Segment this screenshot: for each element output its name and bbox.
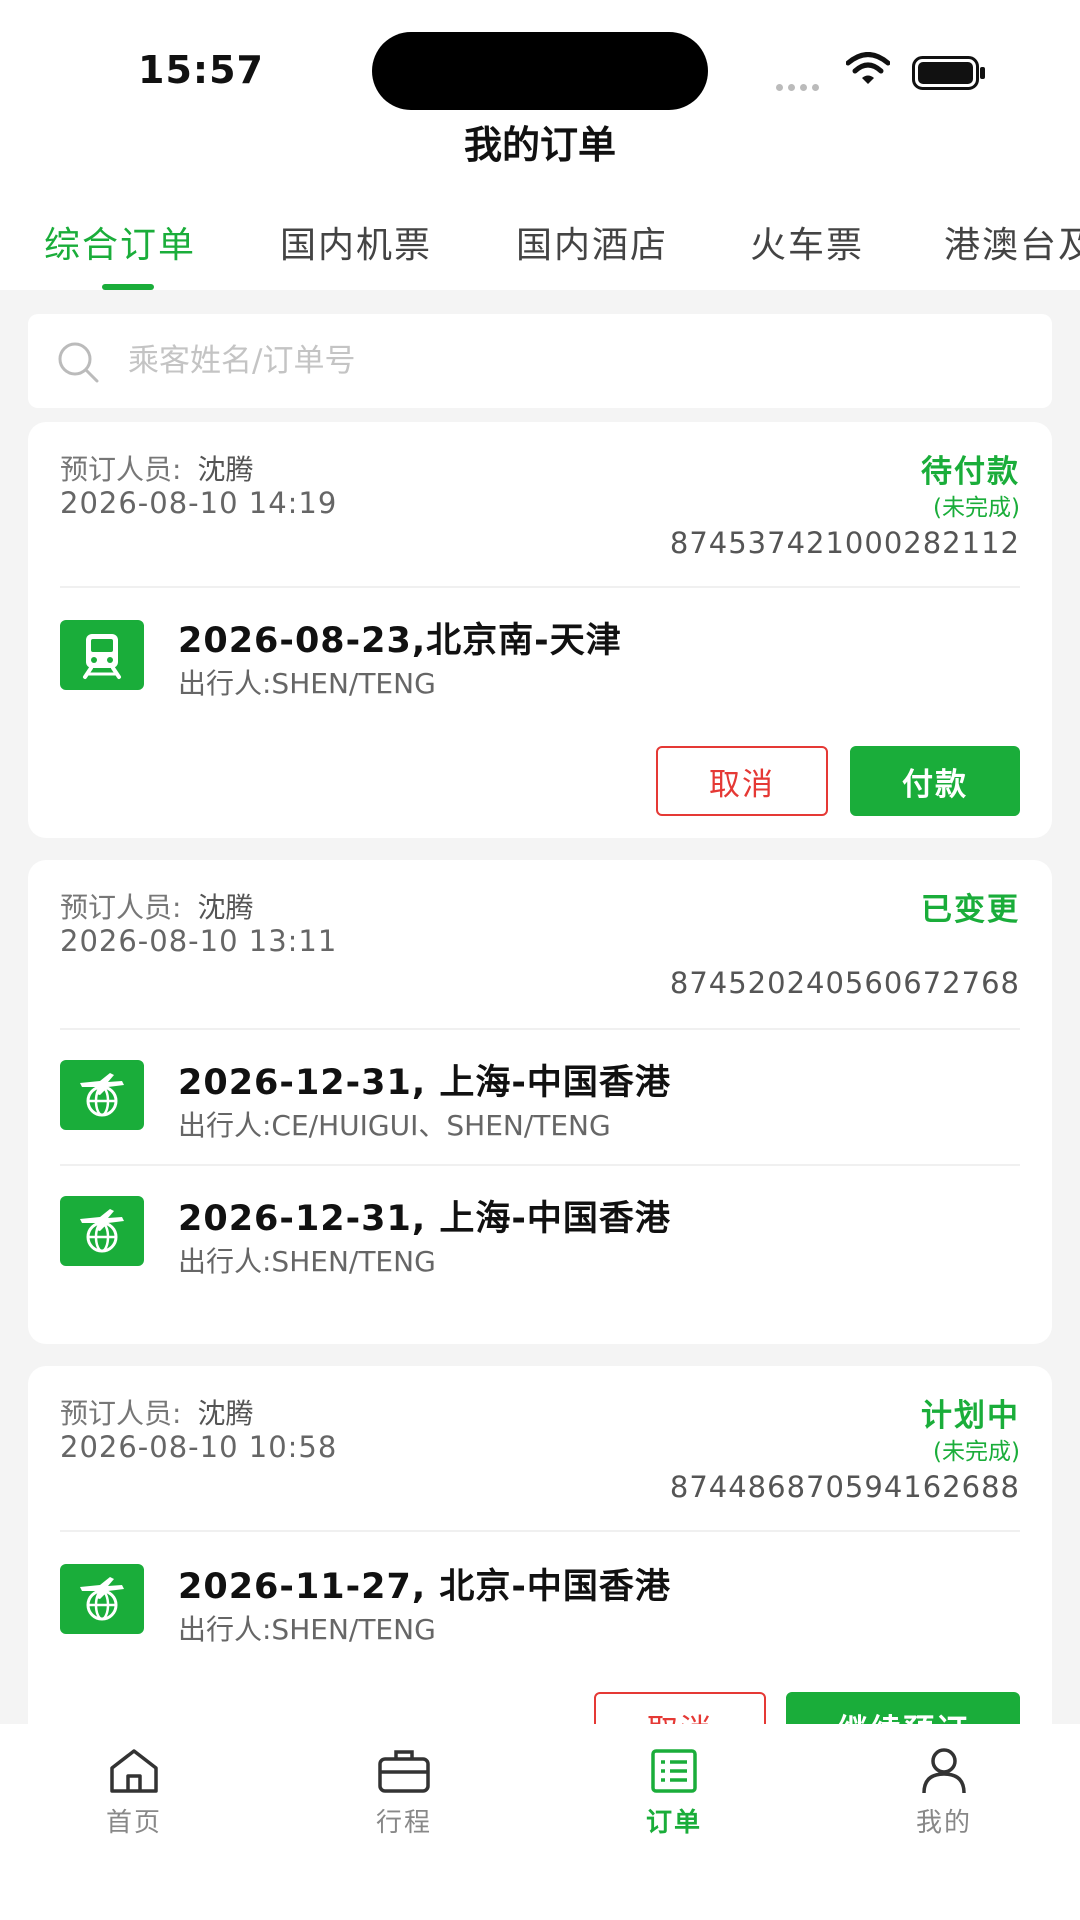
status-time: 15:57 [138, 48, 264, 92]
order-category-tabs: 综合订单 国内机票 国内酒店 火车票 港澳台及国际机票 [0, 180, 1080, 290]
tab-international-flights[interactable]: 港澳台及国际机票 [944, 216, 1080, 268]
trip-title: 2026-12-31, 上海-中国香港 [178, 1199, 671, 1239]
order-list-icon [651, 1749, 697, 1793]
traveler: 出行人:SHEN/TENG [178, 667, 436, 700]
tab-domestic-hotels[interactable]: 国内酒店 [516, 216, 668, 268]
search-bar [28, 314, 1052, 408]
divider [60, 586, 1020, 588]
divider [60, 1530, 1020, 1532]
tab-train-tickets[interactable]: 火车票 [750, 216, 864, 268]
traveler: 出行人:SHEN/TENG [178, 1613, 436, 1646]
divider [60, 1164, 1020, 1166]
international-flight-icon [60, 1196, 144, 1266]
trip-title: 2026-12-31, 上海-中国香港 [178, 1063, 671, 1103]
page-title: 我的订单 [463, 123, 616, 167]
traveler: 出行人:CE/HUIGUI、SHEN/TENG [178, 1109, 611, 1142]
booker: 预订人员: 沈腾 [60, 448, 253, 488]
order-number: 874537421000282112 [669, 526, 1020, 560]
wifi-icon [846, 52, 890, 84]
booker-label: 预订人员: [60, 891, 182, 924]
nav-bar: 我的订单 [0, 120, 1080, 180]
booked-time: 2026-08-10 14:19 [60, 486, 338, 520]
battery-icon [912, 56, 985, 90]
trip-title: 2026-08-23,北京南-天津 [178, 621, 622, 661]
pay-button[interactable]: 付款 [850, 746, 1020, 816]
booker: 预订人员: 沈腾 [60, 886, 253, 926]
tab-all-orders[interactable]: 综合订单 [44, 216, 196, 268]
train-icon [60, 620, 144, 690]
sub-status: (未完成) [933, 495, 1020, 521]
traveler: 出行人:SHEN/TENG [178, 1245, 436, 1278]
order-number: 874486870594162688 [669, 1470, 1020, 1504]
booker-label: 预订人员: [60, 1397, 182, 1430]
bottom-tab-profile[interactable]: 我的 [884, 1746, 1004, 1839]
booker: 预订人员: 沈腾 [60, 1392, 253, 1432]
bottom-tab-label: 首页 [105, 1808, 162, 1838]
cancel-button[interactable]: 取消 [656, 746, 828, 816]
signal-icon [776, 76, 824, 95]
status-badge: 已变更 [921, 892, 1020, 928]
order-number: 874520240560672768 [669, 966, 1020, 1000]
user-icon [922, 1748, 966, 1794]
order-card[interactable]: 预订人员: 沈腾 2026-08-10 13:11 已变更 87452024056… [28, 860, 1052, 1344]
divider [60, 1028, 1020, 1030]
bottom-tab-bar: 首页 行程 订单 我的 [0, 1724, 1080, 1920]
order-card[interactable]: 预订人员: 沈腾 2026-08-10 10:58 计划中 (未完成) 87448… [28, 1366, 1052, 1766]
booked-time: 2026-08-10 13:11 [60, 924, 338, 958]
briefcase-icon [378, 1750, 430, 1793]
status-badge: 待付款 [921, 454, 1020, 490]
tab-domestic-flights[interactable]: 国内机票 [280, 216, 432, 268]
home-icon [110, 1749, 158, 1793]
booker-name: 沈腾 [197, 453, 254, 486]
bottom-tab-orders[interactable]: 订单 [614, 1746, 734, 1839]
search-input[interactable] [128, 334, 1008, 388]
international-flight-icon [60, 1564, 144, 1634]
bottom-tab-label: 我的 [915, 1808, 972, 1838]
bottom-tab-label: 订单 [645, 1808, 702, 1838]
active-tab-indicator [102, 284, 154, 290]
bottom-tab-home[interactable]: 首页 [74, 1746, 194, 1839]
search-icon [58, 342, 99, 383]
order-card[interactable]: 预订人员: 沈腾 2026-08-10 14:19 待付款 (未完成) 87453… [28, 422, 1052, 838]
bottom-tab-label: 行程 [375, 1808, 432, 1838]
booker-name: 沈腾 [197, 891, 254, 924]
sub-status: (未完成) [933, 1439, 1020, 1465]
booked-time: 2026-08-10 10:58 [60, 1430, 338, 1464]
status-badge: 计划中 [921, 1398, 1020, 1434]
bottom-tab-trips[interactable]: 行程 [344, 1746, 464, 1839]
trip-title: 2026-11-27, 北京-中国香港 [178, 1567, 671, 1607]
booker-name: 沈腾 [197, 1397, 254, 1430]
booker-label: 预订人员: [60, 453, 182, 486]
dynamic-island [372, 32, 708, 110]
international-flight-icon [60, 1060, 144, 1130]
status-bar: 15:57 [0, 0, 1080, 120]
